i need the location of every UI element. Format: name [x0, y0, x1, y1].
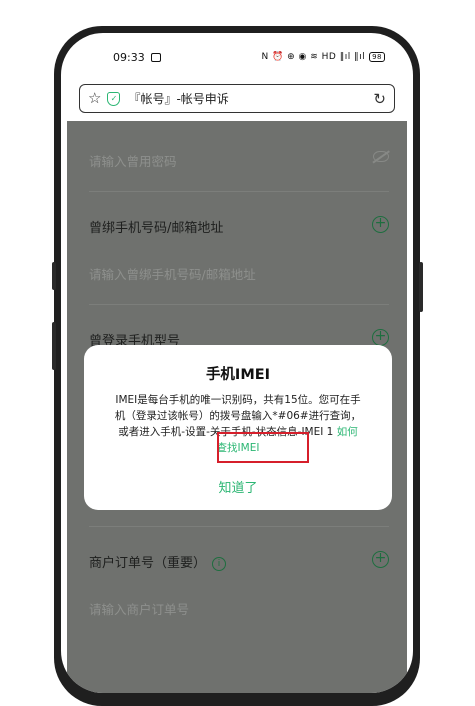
volume-button — [52, 262, 56, 290]
ok-button[interactable]: 知道了 — [84, 477, 392, 496]
add-circle-icon[interactable]: + — [372, 551, 389, 568]
password-placeholder: 请输入曾用密码 — [89, 154, 177, 169]
refresh-icon[interactable]: ↻ — [373, 90, 386, 108]
bound-phone-input[interactable]: 请输入曾绑手机号码/邮箱地址 — [89, 264, 389, 283]
divider — [89, 191, 389, 192]
order-number-label: 商户订单号（重要） — [89, 556, 207, 571]
order-number-input[interactable]: 请输入商户订单号 — [89, 599, 389, 618]
password-input[interactable]: 请输入曾用密码 — [89, 151, 389, 170]
star-icon[interactable]: ☆ — [88, 91, 101, 106]
address-bar[interactable]: ☆ ✓ 『帐号』-帐号申诉 ↻ — [79, 84, 395, 113]
eye-off-icon[interactable] — [373, 151, 389, 162]
add-circle-icon[interactable]: + — [372, 329, 389, 346]
add-circle-icon[interactable]: + — [372, 216, 389, 233]
battery-icon: 98 — [369, 52, 385, 62]
status-bar: 09:33 N ⏰ ⊕ ◉ ≋ HD ‖ıl ‖ıl 98 — [61, 33, 413, 81]
order-number-field: 商户订单号（重要） i + — [89, 551, 389, 571]
shield-check-icon: ✓ — [107, 91, 121, 106]
page-title: 『帐号』-帐号申诉 — [128, 92, 229, 106]
bound-phone-label: 曾绑手机号码/邮箱地址 — [89, 221, 224, 236]
status-icons: N ⏰ ⊕ ◉ ≋ HD ‖ıl ‖ıl — [261, 52, 366, 62]
highlight-annotation — [217, 432, 309, 463]
power-button — [419, 262, 423, 312]
bound-phone-placeholder: 请输入曾绑手机号码/邮箱地址 — [89, 267, 256, 282]
message-icon — [150, 52, 161, 62]
imei-dialog: 手机IMEI IMEI是每台手机的唯一识别码，共有15位。您可在手机（登录过该帐… — [84, 345, 392, 510]
bound-phone-field: 曾绑手机号码/邮箱地址 + — [89, 216, 389, 236]
divider — [89, 526, 389, 527]
divider — [89, 304, 389, 305]
volume-button-2 — [52, 322, 56, 370]
status-time: 09:33 — [113, 50, 145, 64]
dialog-title: 手机IMEI — [205, 367, 271, 383]
order-number-placeholder: 请输入商户订单号 — [89, 602, 190, 617]
info-icon[interactable]: i — [212, 557, 227, 571]
